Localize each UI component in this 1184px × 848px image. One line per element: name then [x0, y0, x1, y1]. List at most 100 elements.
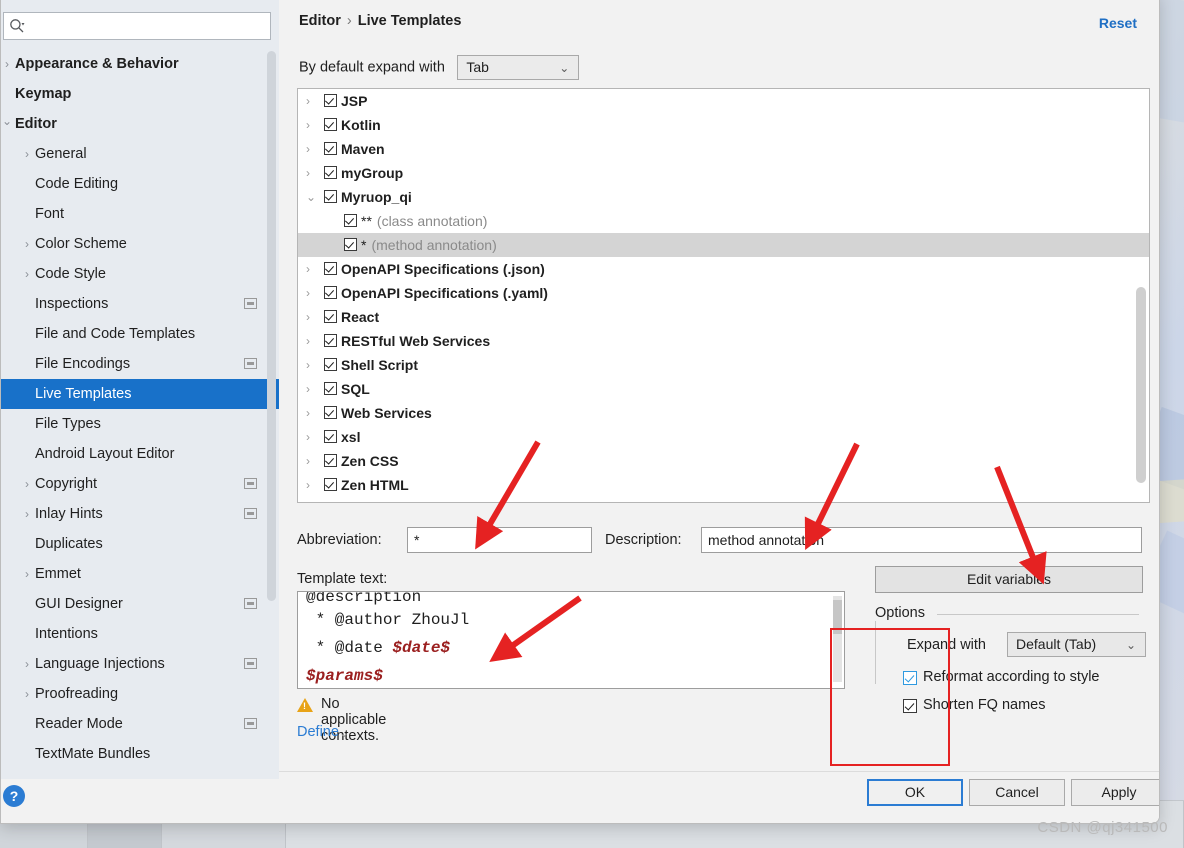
template-checkbox[interactable]	[324, 382, 337, 395]
template-checkbox[interactable]	[324, 358, 337, 371]
chevron-right-icon[interactable]: ›	[306, 305, 320, 329]
chevron-right-icon[interactable]: ›	[306, 161, 320, 185]
sidebar-item-intentions[interactable]: Intentions	[1, 619, 279, 649]
template-tree-row[interactable]: › xsl	[298, 425, 1149, 449]
chevron-right-icon[interactable]: ›	[306, 281, 320, 305]
apply-button[interactable]: Apply	[1071, 779, 1159, 806]
sidebar-tree[interactable]: › Appearance & Behavior Keymap ⌄ Editor › Gene…	[1, 49, 279, 779]
settings-search[interactable]	[3, 12, 271, 40]
sidebar-scrollbar[interactable]	[267, 51, 276, 601]
sidebar-item-reader-mode[interactable]: Reader Mode	[1, 709, 279, 739]
template-tree-row[interactable]: * (method annotation)	[298, 233, 1149, 257]
template-checkbox[interactable]	[324, 478, 337, 491]
template-checkbox[interactable]	[324, 286, 337, 299]
template-checkbox[interactable]	[344, 238, 357, 251]
sidebar-item-color-scheme[interactable]: › Color Scheme	[1, 229, 279, 259]
sidebar-item-textmate-bundles[interactable]: TextMate Bundles	[1, 739, 279, 769]
template-tree-scrollbar[interactable]	[1136, 287, 1146, 483]
sidebar-item-keymap[interactable]: Keymap	[1, 79, 279, 109]
chevron-right-icon[interactable]: ›	[306, 401, 320, 425]
chevron-right-icon[interactable]: ›	[306, 377, 320, 401]
template-tree-row[interactable]: ** (class annotation)	[298, 209, 1149, 233]
template-tree-row[interactable]: › myGroup	[298, 161, 1149, 185]
sidebar-item-copyright[interactable]: › Copyright	[1, 469, 279, 499]
duplicate-icon[interactable]: ❐	[1151, 156, 1159, 190]
template-checkbox[interactable]	[324, 310, 337, 323]
plus-icon[interactable]: ＋	[1151, 88, 1159, 122]
chevron-right-icon[interactable]: ›	[21, 229, 33, 259]
sidebar-item-emmet[interactable]: › Emmet	[1, 559, 279, 589]
default-expand-select[interactable]: Tab ⌄	[457, 55, 580, 80]
template-checkbox[interactable]	[324, 166, 337, 179]
sidebar-item-editor[interactable]: ⌄ Editor	[1, 109, 279, 139]
template-checkbox[interactable]	[324, 94, 337, 107]
template-checkbox[interactable]	[324, 190, 337, 203]
chevron-down-icon[interactable]: ⌄	[1, 109, 13, 139]
sidebar-item-gui-designer[interactable]: GUI Designer	[1, 589, 279, 619]
template-tree-row[interactable]: › OpenAPI Specifications (.yaml)	[298, 281, 1149, 305]
chevron-right-icon[interactable]: ›	[21, 499, 33, 529]
template-tree-row[interactable]: › JSP	[298, 89, 1149, 113]
template-tree-row[interactable]: › RESTful Web Services	[298, 329, 1149, 353]
expand-with-select[interactable]: Default (Tab) ⌄	[1007, 632, 1146, 657]
chevron-right-icon[interactable]: ›	[1, 49, 13, 79]
sidebar-item-android-layout-editor[interactable]: Android Layout Editor	[1, 439, 279, 469]
template-text-editor[interactable]: @description * @author ZhouJl * @date $d…	[297, 591, 845, 689]
chevron-right-icon[interactable]: ›	[21, 259, 33, 289]
chevron-right-icon[interactable]: ›	[306, 113, 320, 137]
revert-icon[interactable]: ↩	[1151, 190, 1159, 224]
sidebar-item-live-templates[interactable]: Live Templates	[1, 379, 279, 409]
template-tree-row[interactable]: › Zen CSS	[298, 449, 1149, 473]
sidebar-item-inlay-hints[interactable]: › Inlay Hints	[1, 499, 279, 529]
chevron-right-icon[interactable]: ›	[306, 89, 320, 113]
template-tree-row[interactable]: › SQL	[298, 377, 1149, 401]
sidebar-item-duplicates[interactable]: Duplicates	[1, 529, 279, 559]
template-tree-row[interactable]: › Maven	[298, 137, 1149, 161]
chevron-right-icon[interactable]: ›	[306, 329, 320, 353]
chevron-down-icon[interactable]: ⌄	[339, 726, 349, 740]
minus-icon[interactable]: −	[1151, 122, 1159, 156]
chevron-right-icon[interactable]: ›	[306, 137, 320, 161]
sidebar-item-file-types[interactable]: File Types	[1, 409, 279, 439]
sidebar-item-font[interactable]: Font	[1, 199, 279, 229]
template-tree-row[interactable]: ⌄ Myruop_qi	[298, 185, 1149, 209]
template-checkbox[interactable]	[324, 118, 337, 131]
sidebar-item-general[interactable]: › General	[1, 139, 279, 169]
sidebar-item-code-style[interactable]: › Code Style	[1, 259, 279, 289]
edit-variables-button[interactable]: Edit variables	[875, 566, 1143, 593]
template-checkbox[interactable]	[324, 262, 337, 275]
template-tree-row[interactable]: › Web Services	[298, 401, 1149, 425]
live-templates-tree[interactable]: › JSP › Kotlin › Maven › myGroup ⌄ Myruop_qi ** (cl…	[297, 88, 1150, 503]
chevron-right-icon[interactable]: ›	[306, 473, 320, 497]
template-tree-row[interactable]: › Kotlin	[298, 113, 1149, 137]
chevron-down-icon[interactable]: ⌄	[306, 185, 320, 209]
sidebar-item-file-and-code-templates[interactable]: File and Code Templates	[1, 319, 279, 349]
sidebar-item-proofreading[interactable]: › Proofreading	[1, 679, 279, 709]
chevron-right-icon[interactable]: ›	[21, 469, 33, 499]
cancel-button[interactable]: Cancel	[969, 779, 1065, 806]
reset-link[interactable]: Reset	[1099, 15, 1137, 31]
chevron-right-icon[interactable]: ›	[306, 257, 320, 281]
search-input[interactable]	[30, 16, 262, 36]
sidebar-item-code-editing[interactable]: Code Editing	[1, 169, 279, 199]
chevron-right-icon[interactable]: ›	[21, 679, 33, 709]
template-checkbox[interactable]	[324, 406, 337, 419]
abbreviation-input[interactable]	[407, 527, 592, 553]
template-checkbox[interactable]	[324, 430, 337, 443]
description-input[interactable]	[701, 527, 1142, 553]
template-tree-row[interactable]: › React	[298, 305, 1149, 329]
help-button[interactable]: ?	[3, 785, 25, 807]
sidebar-item-inspections[interactable]: Inspections	[1, 289, 279, 319]
chevron-right-icon[interactable]: ›	[21, 139, 33, 169]
chevron-right-icon[interactable]: ›	[306, 425, 320, 449]
template-checkbox[interactable]	[344, 214, 357, 227]
sidebar-item-file-encodings[interactable]: File Encodings	[1, 349, 279, 379]
template-checkbox[interactable]	[324, 334, 337, 347]
template-checkbox[interactable]	[324, 454, 337, 467]
sidebar-item-language-injections[interactable]: › Language Injections	[1, 649, 279, 679]
chevron-right-icon[interactable]: ›	[21, 649, 33, 679]
breadcrumb-root[interactable]: Editor	[299, 13, 341, 29]
define-link[interactable]: Define	[297, 724, 339, 740]
template-tree-row[interactable]: › OpenAPI Specifications (.json)	[298, 257, 1149, 281]
template-tree-row[interactable]: › Zen HTML	[298, 473, 1149, 497]
